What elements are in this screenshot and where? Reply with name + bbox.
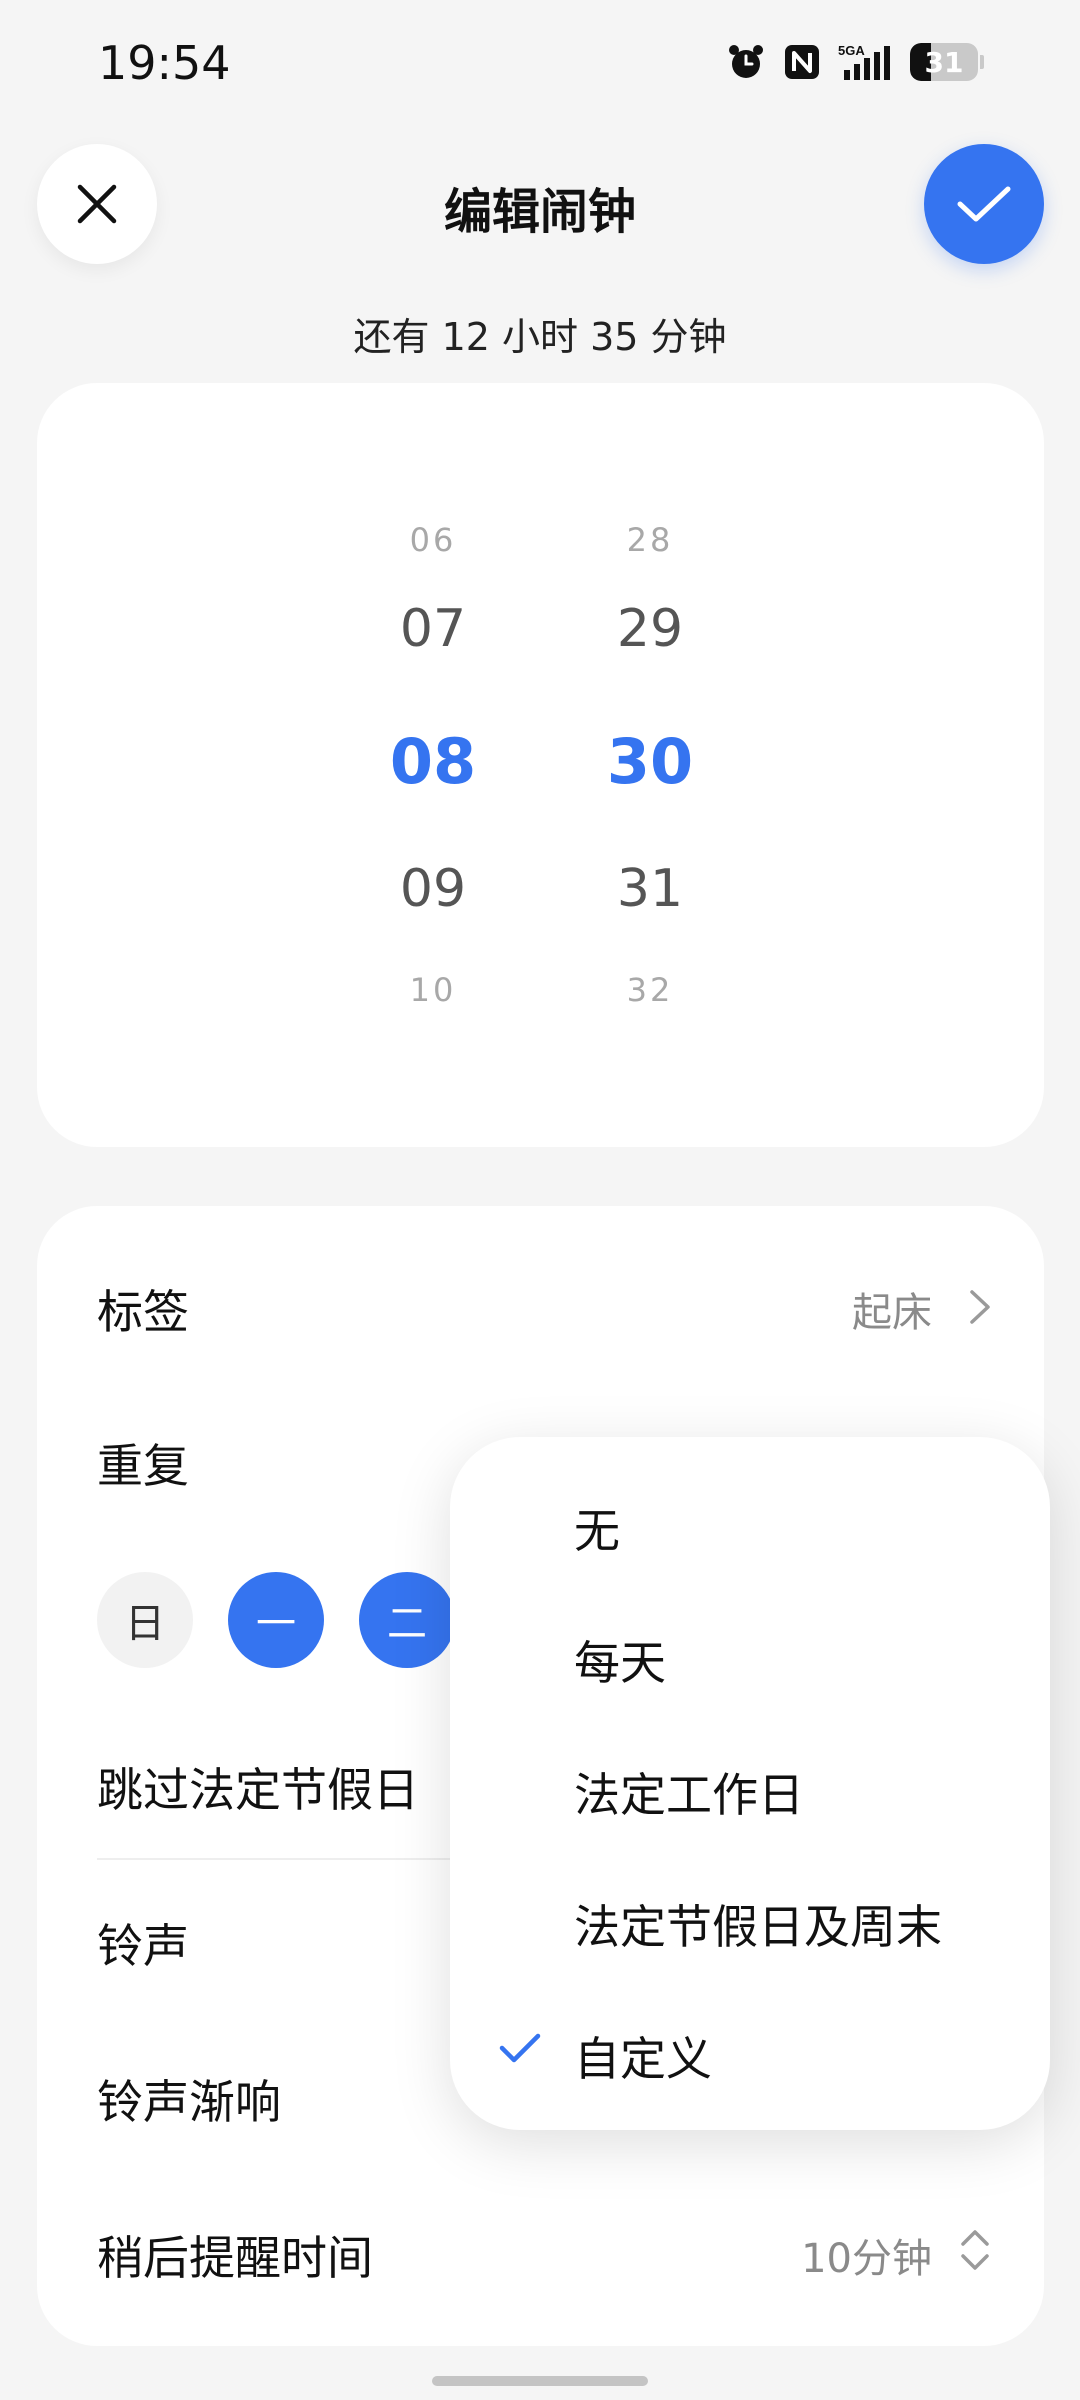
page-title: 编辑闹钟 — [443, 184, 636, 240]
confirm-button[interactable] — [924, 144, 1044, 264]
repeat-option-holidays-weekends[interactable]: 法定节假日及周末 — [574, 1891, 942, 1957]
nfc-icon — [782, 42, 822, 82]
battery-nub — [980, 55, 984, 69]
repeat-dropdown-menu: 无 每天 法定工作日 法定节假日及周末 自定义 — [450, 1437, 1050, 2130]
repeat-title[interactable]: 重复 — [97, 1430, 189, 1496]
day-sunday[interactable]: 日 — [97, 1572, 193, 1668]
battery-level: 31 — [924, 45, 964, 79]
hour-selected[interactable]: 08 — [353, 725, 513, 798]
repeat-option-none[interactable]: 无 — [574, 1495, 620, 1561]
minute-option[interactable]: 28 — [570, 521, 730, 559]
label-title: 标签 — [97, 1285, 189, 1339]
minute-selected[interactable]: 30 — [570, 725, 730, 798]
up-down-chevron-icon — [961, 2230, 989, 2270]
alarm-icon — [726, 42, 766, 82]
day-monday[interactable]: 一 — [228, 1572, 324, 1668]
minute-wheel[interactable]: 28 29 30 31 32 — [570, 383, 730, 1147]
ringtone-title[interactable]: 铃声 — [97, 1910, 189, 1976]
check-icon — [499, 2033, 541, 2063]
time-remaining: 还有 12 小时 35 分钟 — [353, 315, 727, 359]
hour-wheel[interactable]: 06 07 08 09 10 — [353, 383, 513, 1147]
fade-in-title[interactable]: 铃声渐响 — [97, 2066, 281, 2132]
minute-option[interactable]: 29 — [570, 599, 730, 659]
time-picker-card: 06 07 08 09 10 28 29 30 31 32 — [37, 383, 1044, 1147]
snooze-value: 10分钟 — [801, 2236, 932, 2282]
chevron-right-icon — [970, 1290, 990, 1324]
status-time: 19:54 — [98, 36, 231, 90]
skip-holidays-title[interactable]: 跳过法定节假日 — [97, 1754, 419, 1820]
repeat-option-daily[interactable]: 每天 — [574, 1627, 666, 1693]
day-tuesday[interactable]: 二 — [359, 1572, 455, 1668]
check-icon — [957, 186, 1011, 222]
repeat-option-custom[interactable]: 自定义 — [574, 2023, 712, 2089]
status-icons: 5GA 31 — [726, 42, 984, 82]
hour-option[interactable]: 10 — [353, 971, 513, 1009]
snooze-title: 稍后提醒时间 — [97, 2231, 373, 2285]
battery-icon: 31 — [910, 43, 978, 81]
hour-option[interactable]: 09 — [353, 859, 513, 919]
network-label: 5GA — [838, 43, 865, 58]
minute-option[interactable]: 32 — [570, 971, 730, 1009]
repeat-option-workdays[interactable]: 法定工作日 — [574, 1759, 804, 1825]
label-value: 起床 — [852, 1290, 932, 1336]
hour-option[interactable]: 07 — [353, 599, 513, 659]
home-indicator[interactable] — [432, 2376, 648, 2386]
minute-option[interactable]: 31 — [570, 859, 730, 919]
hour-option[interactable]: 06 — [353, 521, 513, 559]
signal-icon: 5GA — [838, 42, 894, 82]
